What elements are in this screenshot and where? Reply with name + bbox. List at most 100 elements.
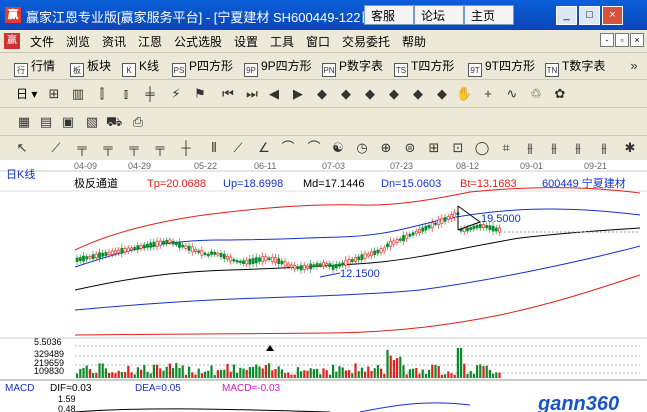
candle-body bbox=[162, 240, 165, 245]
sector-button[interactable]: 板板块 bbox=[70, 57, 111, 77]
candle-chart-icon[interactable]: ⫿ bbox=[94, 86, 110, 102]
mdi-minimize-button[interactable]: - bbox=[600, 33, 614, 47]
menu-settings[interactable]: 设置 bbox=[234, 33, 258, 50]
shrink-icon[interactable]: ◆ bbox=[434, 86, 450, 102]
vertical-lines-icon[interactable]: ⦀ bbox=[206, 140, 222, 156]
square-box-icon[interactable]: ⊡ bbox=[450, 140, 466, 156]
angle-icon[interactable]: ∠ bbox=[256, 140, 272, 156]
trend-line-icon[interactable]: ⟋ bbox=[48, 140, 64, 156]
hand-icon[interactable]: ✋ bbox=[456, 86, 472, 102]
grid-icon[interactable]: ▦ bbox=[16, 114, 32, 130]
zoom-down-icon[interactable]: ◆ bbox=[338, 86, 354, 102]
wave-icon[interactable]: ∿ bbox=[504, 86, 520, 102]
fib-icon[interactable]: ⫵ bbox=[522, 140, 538, 156]
calculator-icon[interactable]: ▤ bbox=[38, 114, 54, 130]
flag-icon[interactable]: ⚑ bbox=[192, 86, 208, 102]
next-icon[interactable]: ▶ bbox=[290, 86, 306, 102]
period-selector[interactable]: 日 ▾ bbox=[16, 85, 37, 102]
menu-help[interactable]: 帮助 bbox=[402, 33, 426, 50]
restore-button[interactable]: □ bbox=[579, 6, 600, 25]
candle-body bbox=[485, 225, 489, 229]
toolbar-overflow-icon[interactable]: » bbox=[626, 58, 642, 74]
volume-bar bbox=[492, 373, 495, 378]
first-page-icon[interactable]: ⏮ bbox=[220, 86, 236, 102]
rays-icon[interactable]: ⌒ bbox=[280, 140, 296, 156]
channel-icon[interactable]: ╤ bbox=[74, 140, 90, 156]
menu-file[interactable]: 文件 bbox=[30, 33, 54, 50]
spiral-icon[interactable]: ☯ bbox=[330, 140, 346, 156]
bar-chart-icon[interactable]: ▥ bbox=[70, 86, 86, 102]
ohlc-icon[interactable]: ╪ bbox=[142, 86, 158, 102]
9t-square-button[interactable]: 9T 9T四方形 bbox=[468, 57, 535, 77]
truck-icon[interactable]: ⛟ bbox=[106, 114, 122, 130]
parallel-icon[interactable]: ╤ bbox=[100, 140, 116, 156]
quote-button[interactable]: 行行情 bbox=[14, 57, 55, 77]
fib-time-icon[interactable]: ⫵ bbox=[546, 140, 562, 156]
mdi-close-button[interactable]: × bbox=[630, 33, 644, 47]
arc-icon[interactable]: ⌒ bbox=[306, 140, 322, 156]
menu-trade[interactable]: 交易委托 bbox=[342, 33, 390, 50]
circle-icon[interactable]: ◯ bbox=[474, 140, 490, 156]
ruler-icon[interactable]: ⌗ bbox=[498, 140, 514, 156]
period-line-icon[interactable]: ┼ bbox=[178, 140, 194, 156]
candle-body bbox=[395, 239, 399, 243]
last-page-icon[interactable]: ⏭ bbox=[244, 86, 260, 102]
fan-lines-icon[interactable]: ⟋ bbox=[230, 140, 246, 156]
stock-map-icon[interactable]: ⊞ bbox=[46, 86, 62, 102]
square-grid-icon[interactable]: ⊞ bbox=[426, 140, 442, 156]
candle-red-icon[interactable]: ⫾ bbox=[118, 86, 134, 102]
menu-window[interactable]: 窗口 bbox=[306, 33, 330, 50]
chart-area[interactable]: 04-09 04-29 05-22 06-11 07-03 07-23 08-12 09-01… bbox=[0, 160, 647, 412]
t-number-button[interactable]: TN T数字表 bbox=[545, 57, 605, 77]
circle-line-icon[interactable]: ⊜ bbox=[402, 140, 418, 156]
save-icon[interactable]: ▧ bbox=[84, 114, 100, 130]
p-square-button[interactable]: PS P四方形 bbox=[172, 57, 233, 77]
document-icon[interactable]: ▣ bbox=[60, 114, 76, 130]
t-square-button[interactable]: TS T四方形 bbox=[394, 57, 454, 77]
dna-icon[interactable]: ♲ bbox=[528, 86, 544, 102]
prev-icon[interactable]: ◀ bbox=[266, 86, 282, 102]
crosshair-icon[interactable]: + bbox=[480, 86, 496, 102]
volume-bar bbox=[277, 366, 280, 378]
menu-formula-select[interactable]: 公式选股 bbox=[174, 33, 222, 50]
gann-box-icon[interactable]: ⫵ bbox=[570, 140, 586, 156]
expand-icon[interactable]: ◆ bbox=[410, 86, 426, 102]
volume-bar bbox=[88, 369, 91, 378]
move-right-icon[interactable]: ◆ bbox=[386, 86, 402, 102]
volume-bar bbox=[242, 368, 245, 378]
settings-icon[interactable]: ✿ bbox=[552, 86, 568, 102]
9p-square-icon: 9P bbox=[244, 63, 258, 77]
clock-icon[interactable]: ◷ bbox=[354, 140, 370, 156]
kline-button[interactable]: K K线 bbox=[122, 57, 159, 77]
home-button[interactable]: 主页 bbox=[464, 5, 514, 25]
split-icon[interactable]: ╤ bbox=[152, 140, 168, 156]
close-button[interactable]: × bbox=[602, 6, 623, 25]
candle-body bbox=[350, 259, 354, 263]
minimize-button[interactable]: _ bbox=[556, 6, 577, 25]
print-icon[interactable]: ⎙ bbox=[130, 114, 146, 130]
circle-cross-icon[interactable]: ⊕ bbox=[378, 140, 394, 156]
p-number-button[interactable]: PN P数字表 bbox=[322, 57, 383, 77]
volume-bar bbox=[239, 367, 242, 378]
kline-chart[interactable]: 04-09 04-29 05-22 06-11 07-03 07-23 08-12 09-01… bbox=[0, 160, 647, 412]
gann-grid-icon[interactable]: ⫵ bbox=[596, 140, 612, 156]
menu-gann[interactable]: 江恩 bbox=[138, 33, 162, 50]
zoom-up-icon[interactable]: ◆ bbox=[314, 86, 330, 102]
forum-button[interactable]: 论坛 bbox=[414, 5, 464, 25]
move-left-icon[interactable]: ◆ bbox=[362, 86, 378, 102]
9p-square-button[interactable]: 9P 9P四方形 bbox=[244, 57, 312, 77]
gann-star-icon[interactable]: ✱ bbox=[622, 140, 638, 156]
menu-browse[interactable]: 浏览 bbox=[66, 33, 90, 50]
cursor-icon[interactable]: ↖ bbox=[14, 140, 30, 156]
kline-label: K线 bbox=[139, 59, 160, 73]
fork-icon[interactable]: ╤ bbox=[126, 140, 142, 156]
service-button[interactable]: 客服 bbox=[364, 5, 414, 25]
menu-tools[interactable]: 工具 bbox=[270, 33, 294, 50]
menu-info[interactable]: 资讯 bbox=[102, 33, 126, 50]
volume-bar bbox=[485, 365, 488, 378]
vol-tick-3: 109830 bbox=[34, 366, 64, 376]
candle-body bbox=[149, 242, 153, 248]
candle-body bbox=[261, 256, 265, 262]
gann-fan-icon[interactable]: ⚡ bbox=[168, 86, 184, 102]
mdi-restore-button[interactable]: ▫ bbox=[615, 33, 629, 47]
